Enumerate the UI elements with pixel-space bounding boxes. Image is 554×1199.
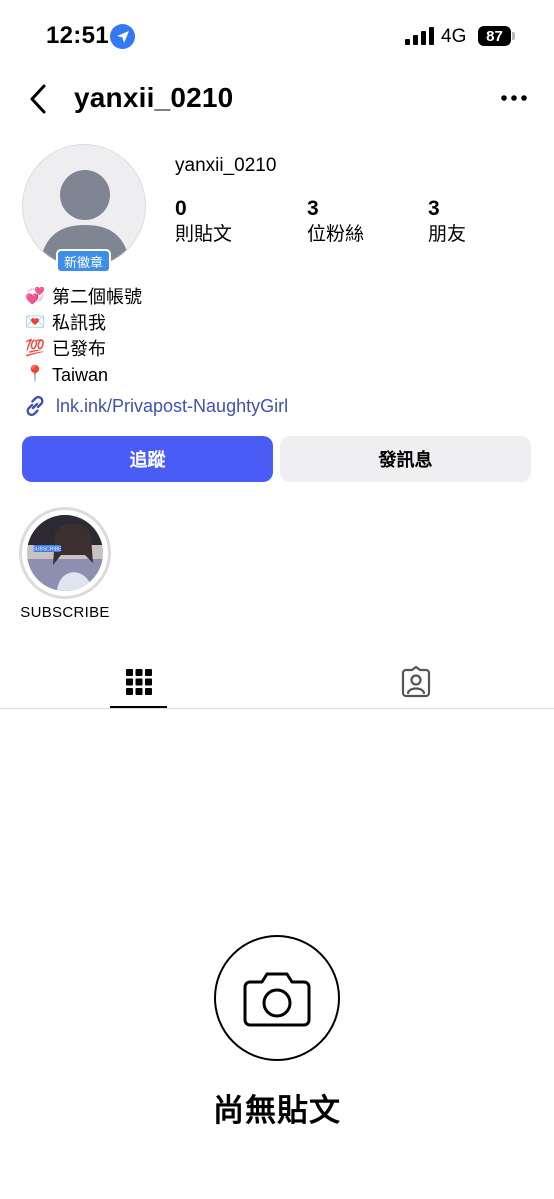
story-highlight[interactable]: SUBSCRIBE — [19, 507, 111, 599]
tagged-user-icon — [401, 666, 430, 698]
follow-button[interactable]: 追蹤 — [22, 436, 273, 482]
network-label: 4G — [441, 26, 467, 47]
pin-emoji-icon: 📍 — [25, 366, 45, 383]
new-badge[interactable]: 新徽章 — [56, 249, 112, 273]
message-button[interactable]: 發訊息 — [280, 436, 531, 482]
bio-text: 第二個帳號 — [52, 287, 142, 307]
profile-link[interactable]: lnk.ink/Privapost-NaughtyGirl — [22, 393, 288, 419]
back-chevron-icon[interactable] — [26, 80, 54, 118]
profile-username: yanxii_0210 — [175, 155, 277, 176]
signal-icon — [405, 27, 434, 45]
link-icon — [26, 395, 44, 417]
stat-followers-value: 3 — [307, 197, 319, 220]
highlight-thumb-text: SUBSCRIBE — [33, 547, 63, 553]
more-options-icon[interactable] — [500, 92, 530, 104]
bio-text: 已發布 — [52, 339, 106, 359]
battery-icon: 87 — [478, 26, 511, 46]
highlight-label[interactable]: SUBSCRIBE — [0, 604, 130, 621]
bio-line: 💞 第二個帳號 — [24, 284, 142, 310]
profile-bio: 💞 第二個帳號 💌 私訊我 💯 已發布 📍 Taiwan — [24, 284, 142, 388]
tab-posts-grid[interactable] — [110, 655, 167, 709]
header-title: yanxii_0210 — [74, 82, 234, 113]
bio-line: 💯 已發布 — [24, 336, 142, 362]
status-time: 12:51 — [46, 22, 109, 49]
empty-state-title: 尚無貼文 — [213, 1093, 341, 1128]
stat-friends-label: 朋友 — [428, 224, 467, 245]
bio-text: Taiwan — [52, 365, 109, 385]
camera-icon — [243, 972, 311, 1027]
stat-posts-value: 0 — [175, 197, 187, 220]
stat-posts-label: 則貼文 — [175, 224, 233, 245]
stat-followers-label: 位粉絲 — [307, 224, 365, 245]
bio-text: 私訊我 — [52, 313, 106, 333]
highlight-thumbnail: SUBSCRIBE — [27, 515, 103, 591]
stat-friends[interactable]: 3 朋友 — [428, 197, 466, 249]
grid-icon — [125, 669, 152, 695]
tabs-divider — [0, 708, 554, 709]
love-letter-emoji-icon: 💌 — [25, 314, 45, 331]
bio-line: 💌 私訊我 — [24, 310, 142, 336]
hearts-emoji-icon: 💞 — [25, 288, 45, 305]
stat-friends-value: 3 — [428, 197, 440, 220]
battery-tip — [512, 32, 515, 40]
stat-posts[interactable]: 0 則貼文 — [175, 197, 232, 249]
profile-header: yanxii_0210 — [0, 72, 554, 128]
battery-level: 87 — [486, 27, 503, 45]
stat-followers[interactable]: 3 位粉絲 — [307, 197, 364, 249]
bio-line: 📍 Taiwan — [24, 362, 142, 388]
status-bar: 12:51 4G 87 — [0, 0, 554, 72]
hundred-points-emoji-icon: 💯 — [25, 340, 45, 357]
empty-state-icon-circle — [214, 935, 340, 1061]
location-arrow-icon — [110, 24, 135, 49]
tab-tagged[interactable] — [387, 655, 444, 709]
profile-link-text: lnk.ink/Privapost-NaughtyGirl — [56, 395, 289, 416]
